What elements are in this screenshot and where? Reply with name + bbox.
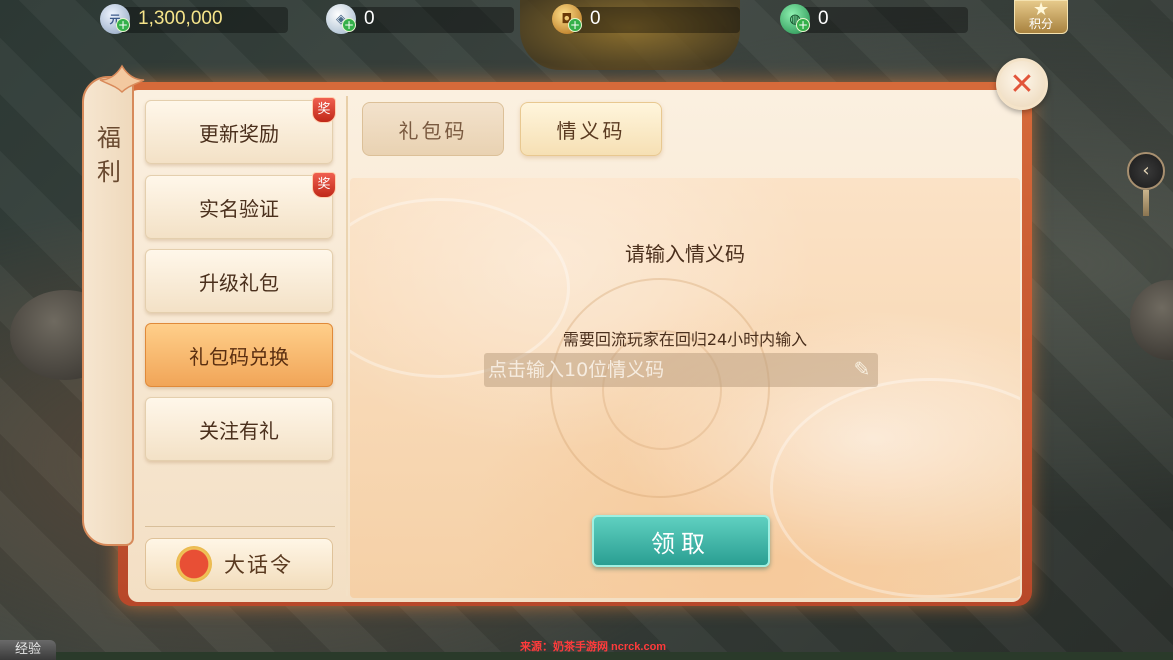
- friendship-code-input[interactable]: [484, 353, 878, 387]
- claim-button[interactable]: 领取: [592, 515, 770, 567]
- currency-bar: 元 + 1,300,000 ◈ + 0 ◘ + 0 ◍ + 0: [90, 0, 1070, 38]
- sidebar-item-gift-code-redeem[interactable]: 礼包码兑换: [145, 323, 333, 387]
- cloud-swirl-decoration: [770, 378, 1020, 598]
- currency-value: 0: [818, 8, 829, 29]
- currency-silver-coin[interactable]: ◈ + 0: [326, 4, 514, 34]
- add-plus-icon[interactable]: +: [568, 18, 582, 32]
- emblem-watermark: [550, 278, 770, 498]
- panel-title-char: 利: [97, 158, 121, 186]
- pencil-icon[interactable]: ✎: [850, 357, 874, 383]
- currency-jade[interactable]: ◍ + 0: [780, 4, 968, 34]
- currency-copper-coin[interactable]: ◘ + 0: [552, 4, 740, 34]
- close-icon: ✕: [1009, 66, 1035, 102]
- sidebar-item-level-gift[interactable]: 升级礼包: [145, 249, 333, 313]
- tab-friendship-code[interactable]: 情义码: [520, 102, 662, 156]
- dahua-ling-label: 大话令: [224, 553, 293, 577]
- source-watermark: 来源：奶茶手游网 ncrck.com: [520, 641, 667, 653]
- code-hint-text: 需要回流玩家在回归24小时内输入: [562, 330, 808, 349]
- sidebar-divider: [145, 526, 335, 527]
- currency-value: 0: [590, 8, 601, 29]
- sidebar-item-label: 关注有礼: [199, 418, 279, 443]
- dahua-ling-button[interactable]: 大话令: [145, 538, 333, 590]
- reward-badge: 奖: [312, 172, 336, 198]
- sidebar-item-label: 升级礼包: [199, 270, 279, 295]
- seal-icon: [176, 546, 212, 582]
- exp-label: 经验: [0, 640, 56, 660]
- sidebar-item-label: 礼包码兑换: [189, 344, 289, 369]
- content-divider: [346, 96, 348, 596]
- star-icon: ★: [1033, 0, 1050, 20]
- tab-gift-code[interactable]: 礼包码: [362, 102, 504, 156]
- reward-badge: 奖: [312, 97, 336, 123]
- sidebar-item-real-name-verify[interactable]: 实名验证 奖: [145, 172, 336, 239]
- currency-silver-ingot[interactable]: 元 + 1,300,000: [100, 4, 288, 34]
- lotus-ornament-icon: [99, 64, 145, 94]
- panel-title-char: 福: [97, 124, 121, 152]
- add-plus-icon[interactable]: +: [796, 18, 810, 32]
- cloud-swirl-decoration: [350, 198, 570, 378]
- add-plus-icon[interactable]: +: [342, 18, 356, 32]
- sidebar-item-label: 更新奖励: [199, 121, 279, 146]
- currency-value: 1,300,000: [138, 8, 223, 29]
- currency-value: 0: [364, 8, 375, 29]
- points-button[interactable]: ★ 积分: [1014, 0, 1068, 34]
- panel-title-tab: 福 利: [82, 76, 134, 546]
- code-prompt-title: 请输入情义码: [625, 242, 745, 266]
- sidebar-item-label: 实名验证: [199, 196, 279, 221]
- tassel-decoration: [1143, 190, 1149, 216]
- add-plus-icon[interactable]: +: [116, 18, 130, 32]
- chevron-left-icon[interactable]: ‹: [1127, 152, 1165, 190]
- sidebar-item-follow-gift[interactable]: 关注有礼: [145, 397, 333, 461]
- sidebar-item-update-reward[interactable]: 更新奖励 奖: [145, 97, 336, 164]
- close-button[interactable]: ✕: [996, 58, 1048, 110]
